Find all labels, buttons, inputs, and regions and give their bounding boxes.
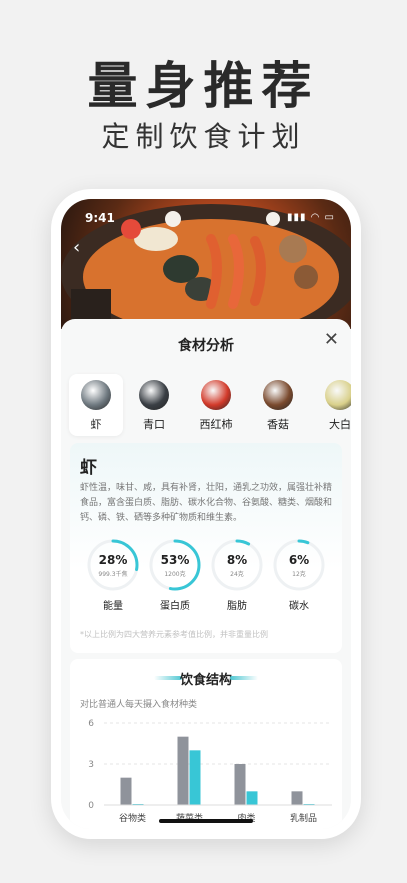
y-tick-label: 3: [88, 760, 94, 770]
shrimp-thumb: [81, 380, 111, 410]
bar-3-0: [291, 791, 303, 805]
close-icon[interactable]: ✕: [324, 329, 339, 350]
nutrient-percent: 8%: [226, 553, 248, 567]
x-category-label: 谷物类: [119, 812, 146, 824]
back-arrow-icon[interactable]: ‹: [73, 237, 80, 258]
diet-title: 饮食结构: [179, 673, 232, 688]
nutrient-label: 碳水: [289, 601, 309, 612]
food-item[interactable]: 大白: [309, 374, 351, 436]
nutrient-percent: 28%: [98, 553, 128, 567]
nutrient-ring: 8% 24克: [211, 539, 263, 591]
nutrient-amount: 24克: [230, 571, 244, 578]
bar-2-1: [246, 791, 258, 805]
status-time: 9:41: [85, 211, 115, 225]
nutrient-item: 8% 24克脂肪: [210, 539, 264, 612]
mussel-thumb: [139, 380, 169, 410]
food-item[interactable]: 香菇: [247, 374, 309, 436]
phone-frame: 9:41 ▮▮▮ ◠ ▭ ‹ 食材分析 ✕ 虾 青口 西红柿 香菇 大白 虾 虾性温，味…: [51, 189, 361, 839]
cabbage-thumb: [325, 380, 351, 410]
mushroom-thumb: [263, 380, 293, 410]
sheet-title: 食材分析: [178, 338, 234, 354]
food-label: 西红柿: [199, 418, 233, 431]
y-tick-label: 0: [88, 801, 94, 811]
nutrient-amount: 1200克: [164, 571, 186, 578]
nutrient-note: *以上比例为四大营养元素参考值比例，并非重量比例: [80, 630, 268, 639]
nutrient-ring: 6% 12克: [273, 539, 325, 591]
food-item[interactable]: 青口: [123, 374, 185, 436]
bar-1-1: [189, 750, 201, 805]
hero-subtitle: 定制饮食计划: [101, 120, 306, 153]
bar-2-0: [234, 764, 246, 805]
nutrient-label: 蛋白质: [160, 601, 190, 612]
nutrient-percent: 53%: [160, 553, 190, 567]
diet-structure-card: 饮食结构 对比普通人每天摄入食材种类 036谷物类蔬菜类肉类乳制品: [70, 659, 342, 829]
nutrient-ring: 28% 999.3千焦: [87, 539, 139, 591]
food-label: 虾: [90, 418, 102, 431]
food-selector: 虾 青口 西红柿 香菇 大白: [69, 374, 351, 438]
analysis-card: 虾 虾性温，味甘、咸，具有补肾，壮阳，通乳之功效，属强壮补精食品，富含蛋白质、脂…: [70, 443, 342, 653]
food-label: 大白: [329, 418, 351, 431]
phone-screen: 9:41 ▮▮▮ ◠ ▭ ‹ 食材分析 ✕ 虾 青口 西红柿 香菇 大白 虾 虾性温，味…: [61, 199, 351, 829]
bar-1-0: [177, 736, 189, 805]
status-icons: ▮▮▮ ◠ ▭: [286, 212, 335, 223]
home-indicator: [159, 819, 253, 823]
ingredient-description: 虾性温，味甘、咸，具有补肾，壮阳，通乳之功效，属强壮补精食品，富含蛋白质、脂肪、…: [80, 483, 333, 523]
nutrient-item: 6% 12克碳水: [272, 539, 326, 612]
nutrient-rings: 28% 999.3千焦能量 53% 1200克蛋白质 8% 24克脂肪 6% 12克碳水: [86, 539, 326, 612]
title-decoration-right: [230, 676, 258, 680]
food-photo: 9:41 ▮▮▮ ◠ ▭ ‹: [61, 199, 351, 344]
tomato-thumb: [201, 380, 231, 410]
nutrient-item: 28% 999.3千焦能量: [86, 539, 140, 612]
nutrient-ring: 53% 1200克: [149, 539, 201, 591]
nutrient-amount: 999.3千焦: [98, 571, 128, 578]
nutrient-label: 能量: [103, 601, 123, 612]
food-item[interactable]: 虾: [69, 374, 123, 436]
food-item[interactable]: 西红柿: [185, 374, 247, 436]
hero-title: 量身推荐: [87, 57, 320, 115]
x-category-label: 乳制品: [290, 812, 317, 824]
food-label: 香菇: [267, 418, 289, 431]
diet-bar-chart: 036谷物类蔬菜类肉类乳制品: [88, 719, 332, 824]
nutrient-item: 53% 1200克蛋白质: [148, 539, 202, 612]
bar-0-0: [120, 777, 132, 805]
food-label: 青口: [143, 418, 165, 431]
ingredient-name: 虾: [80, 458, 97, 478]
y-tick-label: 6: [88, 719, 94, 729]
nutrient-label: 脂肪: [227, 601, 247, 612]
nutrient-percent: 6%: [288, 553, 310, 567]
nutrient-amount: 12克: [292, 571, 306, 578]
ingredient-sheet: 食材分析 ✕ 虾 青口 西红柿 香菇 大白 虾 虾性温，味甘、咸，具有补肾，壮阳，通乳之…: [61, 319, 351, 829]
